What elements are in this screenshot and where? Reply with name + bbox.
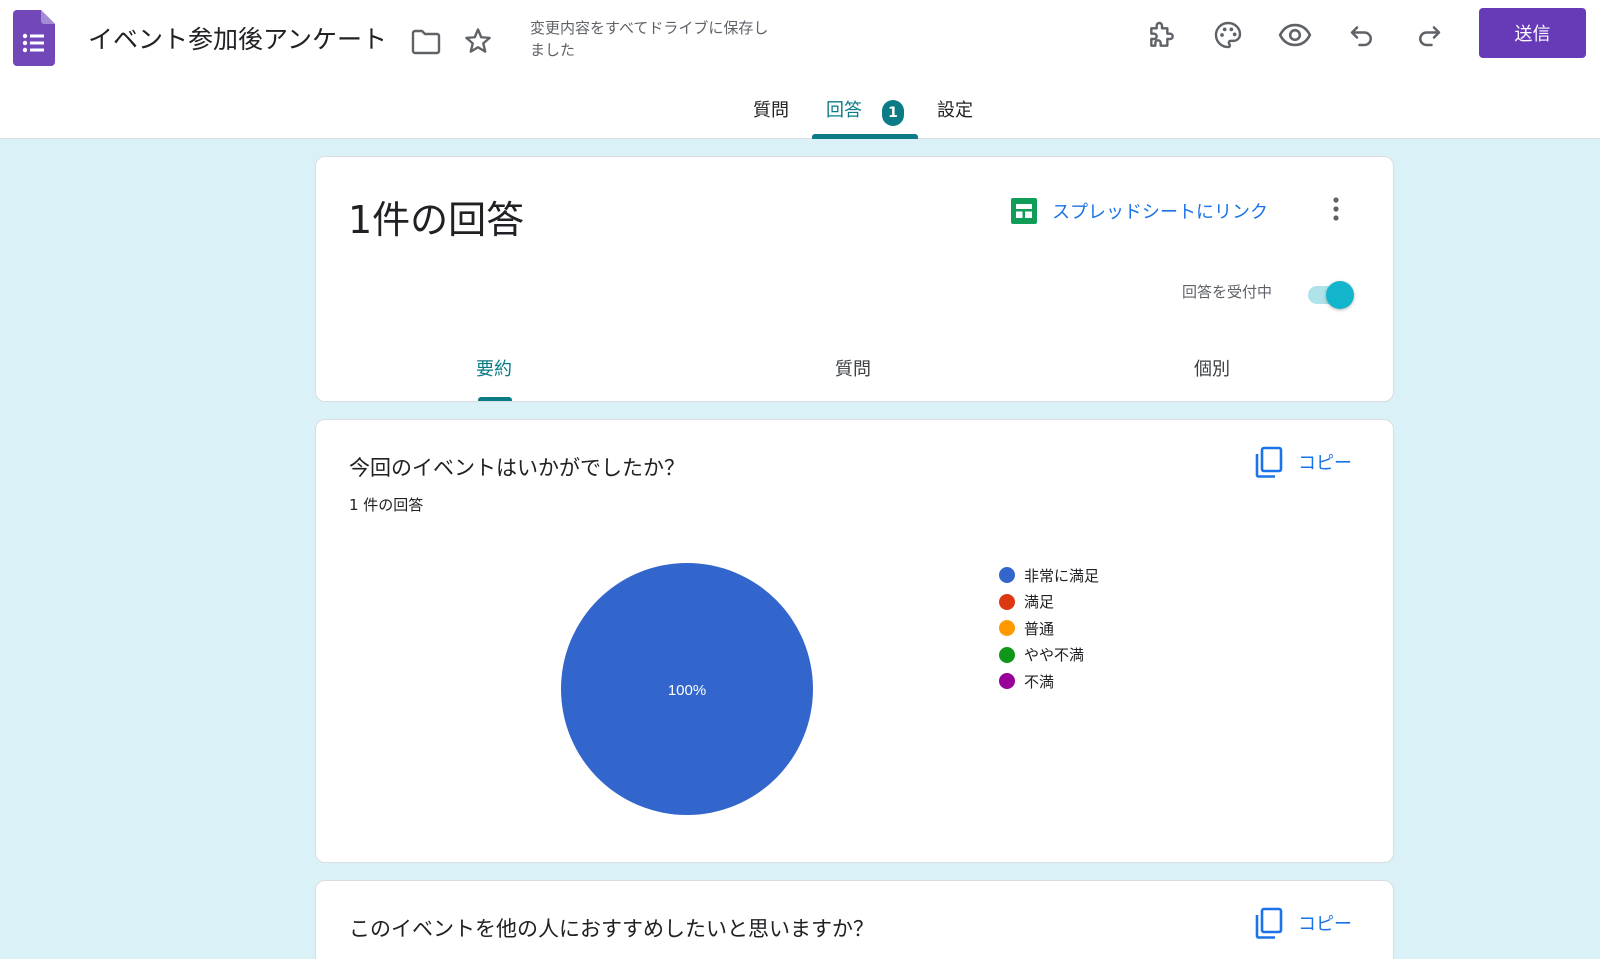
- response-count-badge: 1: [882, 100, 904, 126]
- toggle-thumb: [1326, 281, 1354, 309]
- copy-chart-button[interactable]: コピー: [1254, 446, 1352, 478]
- question-summary-card: このイベントを他の人におすすめしたいと思いますか？ コピー: [315, 880, 1394, 959]
- legend-label: 普通: [1024, 619, 1055, 638]
- copy-icon: [1255, 907, 1283, 939]
- accepting-responses-label: 回答を受付中: [1182, 283, 1273, 301]
- legend-swatch: [999, 567, 1015, 584]
- legend-label: やや不満: [1024, 646, 1085, 665]
- responses-summary-card: 1件の回答 スプレッドシートにリンク 回答を受付中 要約 質問 個別: [315, 156, 1394, 402]
- response-count-title: 1件の回答: [348, 198, 525, 242]
- puzzle-icon[interactable]: [1141, 14, 1183, 56]
- pie-chart: 100%: [561, 563, 813, 815]
- palette-icon[interactable]: [1207, 14, 1249, 56]
- star-icon[interactable]: [459, 22, 497, 60]
- form-title[interactable]: イベント参加後アンケート: [88, 20, 387, 56]
- subtab-individual[interactable]: 個別: [1194, 355, 1230, 381]
- legend-label: 満足: [1024, 593, 1055, 612]
- chart-legend: 非常に満足満足普通やや不満不満: [999, 562, 1099, 695]
- undo-icon[interactable]: [1341, 14, 1383, 56]
- sheets-icon: [1011, 198, 1037, 224]
- active-tab-indicator: [812, 134, 918, 139]
- save-status: 変更内容をすべてドライブに保存しました: [530, 19, 769, 59]
- question-summary-card: 今回のイベントはいかがでしたか？ 1 件の回答 コピー 100% 非常に満足満足…: [315, 419, 1394, 863]
- send-button[interactable]: 送信: [1479, 8, 1586, 58]
- subtab-summary[interactable]: 要約: [476, 355, 512, 381]
- question-response-count: 1 件の回答: [349, 496, 424, 514]
- legend-item: 満足: [999, 589, 1099, 616]
- copy-label: コピー: [1298, 453, 1352, 474]
- eye-icon[interactable]: [1274, 14, 1316, 56]
- legend-item: やや不満: [999, 642, 1099, 669]
- copy-icon: [1255, 446, 1283, 478]
- redo-icon[interactable]: [1408, 14, 1450, 56]
- legend-swatch: [999, 620, 1015, 637]
- question-title: このイベントを他の人におすすめしたいと思いますか？: [349, 917, 874, 941]
- more-vert-icon[interactable]: [1316, 189, 1356, 229]
- copy-label: コピー: [1298, 914, 1352, 935]
- google-forms-icon[interactable]: [13, 10, 55, 66]
- pie-data-label: 100%: [668, 682, 706, 699]
- legend-swatch: [999, 593, 1015, 610]
- legend-swatch: [999, 646, 1015, 663]
- tab-questions[interactable]: 質問: [753, 96, 789, 134]
- copy-chart-button[interactable]: コピー: [1254, 907, 1352, 939]
- legend-item: 普通: [999, 615, 1099, 642]
- link-to-sheets-label: スプレッドシートにリンク: [1052, 202, 1268, 223]
- legend-label: 非常に満足: [1024, 566, 1100, 585]
- accepting-responses-toggle[interactable]: [1306, 279, 1360, 309]
- legend-label: 不満: [1024, 672, 1055, 691]
- tab-settings[interactable]: 設定: [937, 96, 973, 134]
- legend-item: 非常に満足: [999, 562, 1099, 589]
- folder-icon[interactable]: [408, 24, 444, 60]
- link-to-sheets-button[interactable]: スプレッドシートにリンク: [1010, 197, 1268, 225]
- tab-responses[interactable]: 回答: [826, 96, 862, 134]
- top-bar: イベント参加後アンケート 変更内容をすべてドライブに保存しました 送信 質問 回…: [0, 0, 1600, 139]
- legend-swatch: [999, 673, 1015, 690]
- subtab-questions[interactable]: 質問: [835, 355, 871, 381]
- active-subtab-indicator: [478, 397, 512, 401]
- question-title: 今回のイベントはいかがでしたか？: [349, 456, 685, 480]
- legend-item: 不満: [999, 668, 1099, 695]
